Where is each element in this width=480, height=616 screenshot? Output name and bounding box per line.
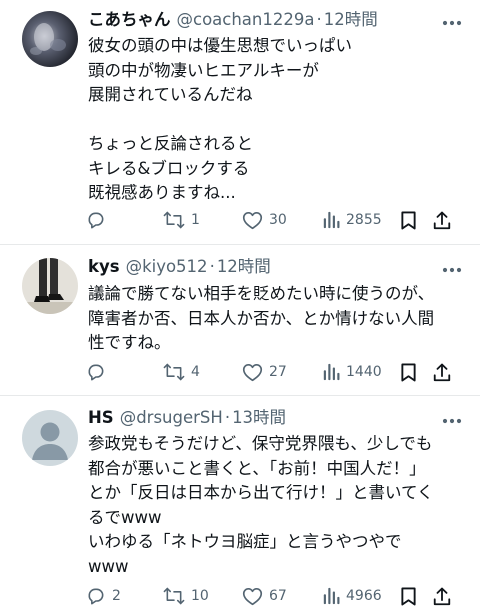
retweet-icon [163, 210, 185, 230]
more-options-button[interactable] [440, 406, 464, 430]
handle-text: @coachan1229a [176, 10, 315, 29]
tweet-text-line: 展開されているんだね [88, 85, 253, 104]
tweet-text-line: www [88, 556, 129, 576]
view-count: 4966 [346, 588, 382, 604]
tweet-text-line: とか「反日は日本から出て行け！」と書いてく [88, 483, 434, 502]
dot-separator: · [224, 408, 231, 427]
tweet-text-line: 議論で勝てない相手を貶めたい時に使うのが、 [88, 284, 435, 303]
tweet-header: kys @kiyo512 · 12時間 [88, 255, 432, 279]
like-count: 67 [269, 588, 287, 604]
share-icon [432, 210, 452, 231]
retweet-button[interactable]: 10 [163, 583, 209, 609]
reply-button[interactable]: 2 [86, 583, 121, 609]
timestamp[interactable]: 12時間 [217, 257, 271, 276]
tweet-text-line: 既視感ありますね... [88, 183, 236, 202]
reply-icon [86, 210, 106, 230]
more-options-button[interactable] [440, 8, 464, 32]
retweet-icon [163, 362, 185, 382]
tweet-text-line: いわゆる「ネトウヨ脳症」と言うやつやで [88, 532, 402, 551]
reply-icon [86, 586, 106, 606]
share-button[interactable] [432, 583, 452, 609]
bookmark-button[interactable] [400, 207, 417, 233]
more-dots-icon [442, 409, 462, 428]
bookmark-icon [400, 210, 417, 231]
heart-icon [242, 362, 263, 382]
dot-separator: · [316, 10, 322, 29]
retweet-count: 1 [191, 212, 200, 228]
tweet-text-line: ちょっと反論されると [88, 134, 253, 153]
views-button[interactable]: 4966 [322, 583, 382, 609]
tweet-text-line: キレる&ブロックする [88, 158, 250, 178]
display-name[interactable]: kys [88, 255, 120, 279]
user-handle[interactable]: @coachan1229a · 12時間 [177, 8, 378, 32]
reply-button[interactable] [86, 207, 112, 233]
tweet-text: 議論で勝てない相手を貶めたい時に使うのが、 障害者か否、日本人か否か、とか情けない… [88, 282, 464, 356]
view-count: 2855 [346, 212, 382, 228]
tweet-header: こあちゃん @coachan1229a · 12時間 [88, 8, 432, 32]
tweet-text-line: 都合が悪いこと書くと、「お前！中国人だ！」 [88, 458, 426, 478]
tweet-feed: こあちゃん @coachan1229a · 12時間 彼女の頭の中は優生思想でいっぱい頭… [0, 0, 480, 616]
tweet-text-line [88, 108, 464, 133]
display-name[interactable]: こあちゃん [88, 8, 171, 32]
like-button[interactable]: 67 [242, 583, 287, 609]
avatar[interactable] [22, 258, 78, 314]
tweet-actions: 4 27 1440 [86, 359, 454, 385]
timestamp[interactable]: 12時間 [324, 10, 378, 29]
user-handle[interactable]: @drsugerSH · 13時間 [120, 406, 286, 430]
bookmark-icon [400, 362, 417, 383]
tweet-text-line: 頭の中が物凄いヒエアルキーが [88, 60, 319, 80]
retweet-button[interactable]: 4 [163, 359, 200, 385]
bookmark-button[interactable] [400, 583, 417, 609]
like-count: 30 [269, 212, 287, 228]
reply-icon [86, 362, 106, 382]
more-dots-icon [442, 258, 462, 277]
handle-text: @kiyo512 [125, 257, 208, 276]
tweet-actions: 2 10 67 4966 [86, 583, 454, 609]
user-handle[interactable]: @kiyo512 · 12時間 [126, 255, 271, 279]
tweet-text-line: 障害者か否、日本人か否か、とか情けない人間 [88, 308, 435, 328]
handle-text: @drsugerSH [119, 408, 223, 427]
views-bar-icon [322, 362, 340, 382]
tweet-header: HS @drsugerSH · 13時間 [88, 406, 432, 430]
tweet-text-line: 参政党もそうだけど、保守党界隈も、少しでも [88, 434, 433, 453]
views-bar-icon [322, 586, 340, 606]
reply-button[interactable] [86, 359, 112, 385]
timestamp[interactable]: 13時間 [232, 408, 286, 427]
bookmark-icon [400, 586, 417, 607]
view-count: 1440 [346, 364, 382, 380]
tweet-text-line: 性ですね。 [88, 333, 171, 352]
views-button[interactable]: 1440 [322, 359, 382, 385]
tweet-text: 彼女の頭の中は優生思想でいっぱい 頭の中が物凄いヒエアルキーが 展開されているんだね… [88, 34, 464, 206]
bookmark-button[interactable] [400, 359, 417, 385]
share-icon [432, 362, 452, 383]
retweet-button[interactable]: 1 [163, 207, 200, 233]
like-button[interactable]: 27 [242, 359, 287, 385]
more-options-button[interactable] [440, 255, 464, 279]
display-name[interactable]: HS [88, 406, 114, 430]
share-button[interactable] [432, 359, 452, 385]
tweet-text-line: るでwww [88, 507, 162, 527]
dot-separator: · [209, 257, 215, 276]
views-bar-icon [322, 210, 340, 230]
share-icon [432, 586, 452, 607]
avatar[interactable] [22, 11, 78, 67]
retweet-count: 10 [191, 588, 209, 604]
share-button[interactable] [432, 207, 452, 233]
tweet-text-line: 彼女の頭の中は優生思想でいっぱい [88, 36, 352, 55]
views-button[interactable]: 2855 [322, 207, 382, 233]
heart-icon [242, 586, 263, 606]
tweet-text: 参政党もそうだけど、保守党界隈も、少しでも 都合が悪いこと書くと、「お前！中国人だ… [88, 432, 464, 579]
avatar[interactable] [22, 410, 78, 466]
like-button[interactable]: 30 [242, 207, 287, 233]
tweet-actions: 1 30 2855 [86, 207, 454, 233]
retweet-count: 4 [191, 364, 200, 380]
like-count: 27 [269, 364, 287, 380]
more-dots-icon [442, 11, 462, 30]
heart-icon [242, 210, 263, 230]
replie-count: 2 [112, 588, 121, 604]
retweet-icon [163, 586, 185, 606]
